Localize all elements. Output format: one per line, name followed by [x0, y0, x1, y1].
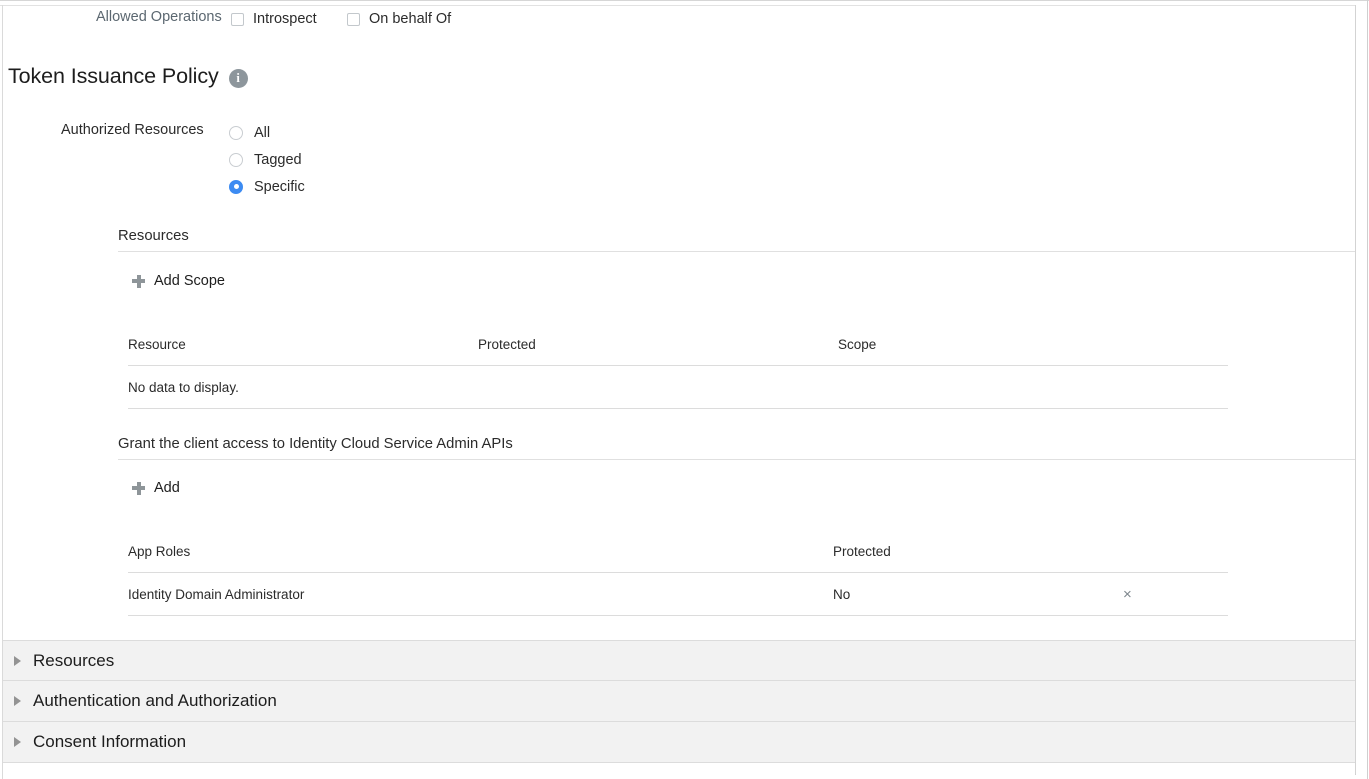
accordion-label-consent-information: Consent Information: [33, 732, 186, 752]
cell-app-role-name: Identity Domain Administrator: [128, 573, 833, 616]
radio-specific[interactable]: Specific: [229, 173, 305, 200]
token-issuance-policy-header: Token Issuance Policy i: [8, 64, 248, 89]
accordion-label-resources: Resources: [33, 651, 114, 671]
column-header-resource[interactable]: Resource: [128, 337, 478, 366]
checkbox-box-on-behalf-of[interactable]: [347, 13, 360, 26]
radio-label-all: All: [254, 125, 270, 141]
top-inner-border: [0, 5, 1356, 6]
radio-label-specific: Specific: [254, 179, 305, 195]
accordion-consent-information[interactable]: Consent Information: [3, 722, 1355, 763]
radio-button-all[interactable]: [229, 126, 243, 140]
chevron-right-icon: [14, 696, 21, 706]
allowed-operations-row: Allowed Operations Introspect On behalf …: [0, 9, 600, 29]
checkbox-box-introspect[interactable]: [231, 13, 244, 26]
radio-all[interactable]: All: [229, 119, 305, 146]
resources-panel-heading: Resources: [118, 228, 189, 244]
add-scope-label: Add Scope: [154, 273, 225, 289]
plus-icon: [132, 275, 145, 288]
authorized-resources-radio-group: All Tagged Specific: [229, 119, 305, 200]
radio-button-specific[interactable]: [229, 180, 243, 194]
plus-icon: [132, 482, 145, 495]
accordion-list-tail: [3, 763, 1355, 775]
admin-api-panel-heading: Grant the client access to Identity Clou…: [118, 436, 513, 452]
add-app-role-button[interactable]: Add: [132, 480, 180, 496]
top-border: [0, 0, 1369, 1]
page-title: Token Issuance Policy: [8, 64, 219, 89]
admin-api-panel-divider: [118, 459, 1355, 460]
checkbox-label-on-behalf-of: On behalf Of: [369, 11, 451, 27]
checkbox-introspect[interactable]: Introspect: [231, 11, 317, 27]
resources-table-empty-row: No data to display.: [128, 366, 1228, 409]
viewport-right-border: [1367, 0, 1368, 779]
column-header-app-roles[interactable]: App Roles: [128, 544, 833, 573]
radio-tagged[interactable]: Tagged: [229, 146, 305, 173]
info-icon[interactable]: i: [229, 69, 248, 88]
add-scope-button[interactable]: Add Scope: [132, 273, 225, 289]
app-config-page: Allowed Operations Introspect On behalf …: [0, 0, 1369, 779]
table-row: Identity Domain Administrator No ×: [128, 573, 1228, 616]
accordion-authentication-and-authorization[interactable]: Authentication and Authorization: [3, 681, 1355, 722]
accordion-resources[interactable]: Resources: [3, 640, 1355, 681]
radio-label-tagged: Tagged: [254, 152, 302, 168]
checkbox-on-behalf-of[interactable]: On behalf Of: [347, 11, 451, 27]
accordion-list: Resources Authentication and Authorizati…: [3, 640, 1355, 775]
cell-protected: No: [833, 573, 1123, 616]
remove-icon[interactable]: ×: [1123, 587, 1132, 602]
column-header-protected[interactable]: Protected: [478, 337, 838, 366]
chevron-right-icon: [14, 656, 21, 666]
accordion-label-authentication-and-authorization: Authentication and Authorization: [33, 691, 277, 711]
add-app-role-label: Add: [154, 480, 180, 496]
radio-dot-specific: [234, 184, 239, 189]
app-roles-table: App Roles Protected Identity Domain Admi…: [128, 544, 1228, 616]
authorized-resources-label: Authorized Resources: [61, 122, 204, 138]
app-roles-table-header-row: App Roles Protected: [128, 544, 1228, 573]
resources-table-header-row: Resource Protected Scope: [128, 337, 1228, 366]
resources-panel-divider: [118, 251, 1355, 252]
right-border: [1355, 5, 1356, 775]
radio-button-tagged[interactable]: [229, 153, 243, 167]
allowed-operations-label: Allowed Operations: [96, 9, 222, 25]
column-header-scope[interactable]: Scope: [838, 337, 1228, 366]
chevron-right-icon: [14, 737, 21, 747]
resources-table: Resource Protected Scope No data to disp…: [128, 337, 1228, 409]
column-header-actions: [1123, 544, 1228, 573]
column-header-protected[interactable]: Protected: [833, 544, 1123, 573]
resources-empty-message: No data to display.: [128, 366, 1228, 409]
checkbox-label-introspect: Introspect: [253, 11, 317, 27]
